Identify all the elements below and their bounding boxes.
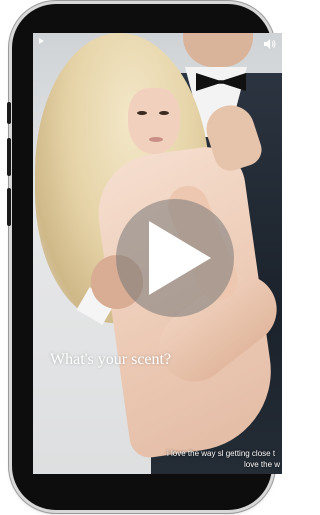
video-frame-face bbox=[128, 88, 180, 154]
mute-switch bbox=[7, 102, 11, 124]
phone-frame: What's your scent? i love the way sl get… bbox=[7, 4, 282, 510]
volume-icon[interactable] bbox=[264, 36, 276, 49]
play-small-icon[interactable] bbox=[39, 38, 44, 44]
volume-down-button bbox=[7, 188, 11, 226]
volume-up-button bbox=[7, 138, 11, 176]
video-player[interactable]: What's your scent? i love the way sl get… bbox=[33, 33, 282, 474]
video-frame-man-face bbox=[183, 33, 253, 67]
caption-line-2: love the w bbox=[244, 460, 281, 469]
caption-line-1: i love the way sl getting close t bbox=[167, 449, 276, 458]
video-frame-lips bbox=[149, 137, 163, 142]
subtitle-caption: i love the way sl getting close t love t… bbox=[33, 448, 282, 470]
video-frame-eye bbox=[159, 111, 169, 115]
video-overlay-text: What's your scent? bbox=[50, 351, 172, 368]
play-icon bbox=[149, 221, 211, 295]
play-button[interactable] bbox=[116, 199, 234, 317]
video-frame-eye bbox=[137, 111, 147, 115]
